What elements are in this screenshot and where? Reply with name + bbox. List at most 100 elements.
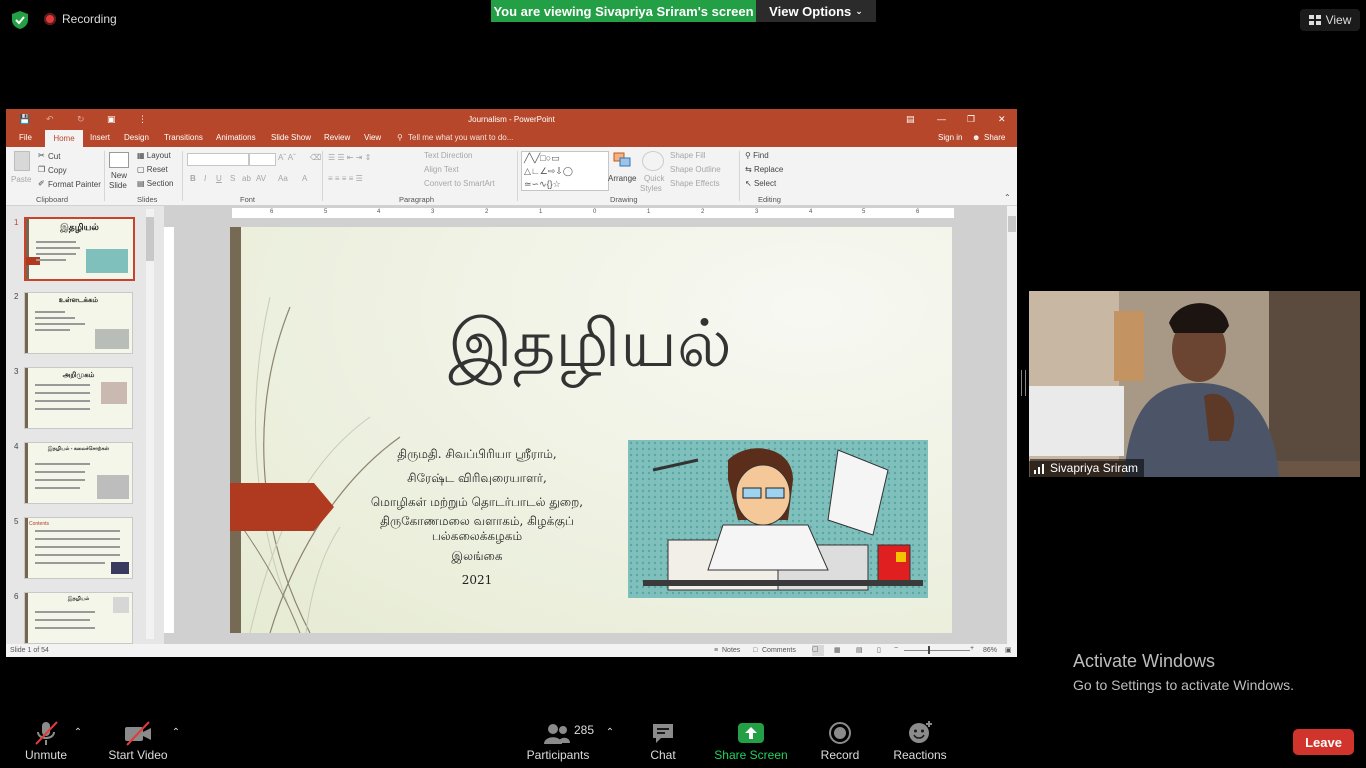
slide-thumbnail[interactable]: Contents — [24, 517, 133, 579]
audio-options-caret[interactable]: ⌃ — [72, 724, 84, 738]
tab-view[interactable]: View — [364, 133, 381, 142]
paragraph-group-label: Paragraph — [399, 195, 435, 204]
char-spacing-icon[interactable]: AV — [256, 174, 266, 183]
layout-button[interactable]: ▦ Layout — [137, 151, 171, 160]
reading-view-icon[interactable]: ▤ — [856, 646, 863, 654]
shape-outline-button[interactable]: Shape Outline — [670, 165, 721, 174]
quick-styles-label-1[interactable]: Quick — [644, 174, 664, 183]
video-options-caret[interactable]: ⌃ — [170, 724, 182, 738]
slide-sorter-icon[interactable]: ▦ — [834, 646, 841, 654]
tab-animations[interactable]: Animations — [216, 133, 256, 142]
quick-styles-label-2[interactable]: Styles — [640, 184, 662, 193]
close-icon[interactable]: ✕ — [998, 114, 1006, 125]
tab-file[interactable]: File — [19, 133, 32, 142]
slide-thumbnail[interactable]: அறிமுகம் — [24, 367, 133, 429]
tab-home[interactable]: Home — [45, 130, 83, 147]
tab-insert[interactable]: Insert — [90, 133, 110, 142]
italic-icon[interactable]: I — [204, 174, 206, 183]
share-button[interactable]: Share — [984, 133, 1005, 142]
collapse-ribbon-icon[interactable]: ⌃ — [1004, 193, 1011, 202]
underline-icon[interactable]: U — [216, 174, 222, 183]
clear-format-icon[interactable]: ⌫ — [310, 153, 321, 162]
shapes-gallery[interactable]: ╱╲╱□○▭ △∟∠⇨⇩◯ ≃∽∿{}☆ — [521, 151, 609, 191]
cut-button[interactable]: Cut — [48, 152, 60, 161]
panel-resize-handle[interactable] — [1021, 370, 1026, 396]
copy-button[interactable]: Copy — [48, 166, 67, 175]
slide-thumbnail[interactable]: உள்ளடக்கம் — [24, 292, 133, 354]
new-slide-label-1[interactable]: New — [111, 171, 127, 180]
shield-icon[interactable] — [12, 11, 28, 29]
view-options-label: View Options — [769, 3, 852, 19]
ruler-tick-label: 2 — [701, 209, 705, 215]
slide-thumbnail[interactable]: இதழியல் — [24, 217, 135, 281]
leave-button[interactable]: Leave — [1293, 729, 1354, 755]
thumbnail-scrollbar[interactable] — [146, 209, 154, 639]
shape-effects-button[interactable]: Shape Effects — [670, 179, 720, 188]
format-painter-button[interactable]: Format Painter — [48, 180, 101, 189]
journalist-cartoon-image[interactable] — [628, 440, 928, 598]
text-direction-button[interactable]: Text Direction — [424, 151, 472, 160]
slide-thumbnail[interactable]: இதழியல் — [24, 592, 133, 644]
convert-smartart-button[interactable]: Convert to SmartArt — [424, 179, 495, 188]
normal-view-icon[interactable]: ▢ — [812, 645, 824, 656]
tab-slide-show[interactable]: Slide Show — [271, 133, 311, 142]
reset-button[interactable]: ▢ Reset — [137, 165, 168, 174]
participant-video[interactable] — [1029, 291, 1360, 477]
tab-review[interactable]: Review — [324, 133, 350, 142]
bold-icon[interactable]: B — [190, 174, 196, 183]
align-text-button[interactable]: Align Text — [424, 165, 459, 174]
tell-me-box[interactable]: Tell me what you want to do... — [408, 133, 513, 142]
zoom-level[interactable]: 86% — [983, 647, 997, 654]
recording-indicator[interactable]: Recording — [44, 12, 117, 26]
scroll-thumb[interactable] — [146, 217, 154, 261]
font-color-icon[interactable]: A — [302, 174, 307, 183]
strikethrough-icon[interactable]: S — [230, 174, 235, 183]
share-screen-icon — [738, 723, 764, 743]
select-button[interactable]: ↖ Select — [745, 179, 776, 188]
font-name-input[interactable] — [187, 153, 249, 166]
section-button[interactable]: ▤ Section — [137, 179, 173, 188]
restore-icon[interactable]: ❐ — [967, 114, 975, 125]
font-grow-icon[interactable]: Aˆ Aˇ — [278, 153, 296, 162]
arrange-button[interactable]: Arrange — [608, 174, 636, 183]
spacing-icon[interactable]: ab — [242, 174, 251, 183]
shape-fill-button[interactable]: Shape Fill — [670, 151, 706, 160]
replace-button[interactable]: ⇆ Replace — [745, 165, 783, 174]
zoom-out-icon[interactable]: − — [894, 645, 898, 652]
slide-subtitle[interactable]: திருமதி. சிவப்பிரியா ஸ்ரீராம், சிரேஷ்ட வ… — [350, 442, 604, 592]
participants-options-caret[interactable]: ⌃ — [604, 724, 616, 738]
editor-scrollbar[interactable] — [1007, 206, 1017, 644]
ribbon-display-icon[interactable]: ▤ — [906, 114, 915, 125]
slides-group-label: Slides — [137, 195, 158, 204]
align-icons[interactable]: ≡ ≡ ≡ ≡ ☰ — [328, 174, 363, 183]
new-slide-label-2[interactable]: Slide — [109, 181, 127, 190]
thumb-line — [35, 487, 80, 489]
zoom-in-icon[interactable]: + — [970, 645, 974, 652]
find-button[interactable]: ⚲ Find — [745, 151, 769, 160]
find-label: Find — [753, 151, 769, 160]
zoom-slider[interactable] — [904, 650, 970, 651]
notes-button[interactable]: Notes — [722, 647, 740, 654]
current-slide[interactable]: இதழியல் திருமதி. சிவப்பிரியா ஸ்ரீராம், ச… — [230, 227, 952, 633]
sign-in-link[interactable]: Sign in — [938, 133, 962, 142]
view-button[interactable]: View — [1300, 9, 1360, 31]
zoom-slider-handle[interactable] — [928, 646, 930, 654]
tab-transitions[interactable]: Transitions — [164, 133, 203, 142]
viewing-banner: You are viewing Sivapriya Sriram's scree… — [491, 0, 756, 22]
scroll-thumb[interactable] — [1008, 216, 1016, 232]
slide-thumbnail[interactable]: இதழியல் - கலைச்சொற்கள் — [24, 442, 133, 504]
paste-button[interactable]: Paste — [11, 175, 31, 184]
change-case-icon[interactable]: Aa — [278, 174, 288, 183]
slide-title[interactable]: இதழியல் — [440, 305, 740, 391]
recording-label: Recording — [62, 12, 117, 26]
fit-slide-icon[interactable]: ▣ — [1005, 646, 1012, 654]
minimize-icon[interactable]: — — [937, 114, 946, 124]
comments-button[interactable]: Comments — [762, 647, 796, 654]
comment-icon: □ — [753, 647, 758, 654]
view-options-button[interactable]: View Options ⌄ — [756, 0, 876, 22]
bullets-icon[interactable]: ☰ ☰ ⇤ ⇥ ⇕ — [328, 153, 371, 162]
slideshow-view-icon[interactable]: ▯ — [877, 646, 881, 654]
tab-design[interactable]: Design — [124, 133, 149, 142]
font-size-input[interactable] — [249, 153, 276, 166]
ruler-tick-label: 4 — [377, 209, 381, 215]
